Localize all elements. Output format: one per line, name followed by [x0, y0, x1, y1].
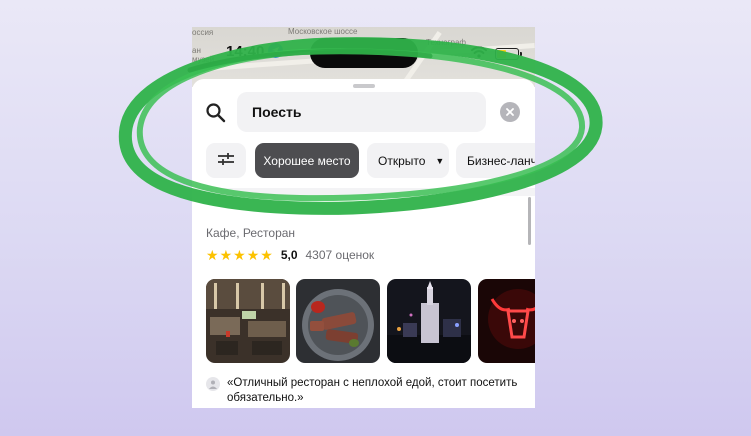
star-icon: ★ [246, 247, 260, 263]
star-icon: ★ [260, 247, 273, 263]
dynamic-island [310, 38, 418, 68]
close-icon[interactable] [500, 102, 520, 122]
location-arrow-icon [268, 43, 283, 58]
search-input[interactable]: Поесть [237, 92, 486, 132]
review-quote: «Отличный ресторан с неплохой едой, стои… [227, 377, 518, 404]
map-label: оссия [192, 28, 214, 37]
rating-stars: ★ ★ ★ ★ ★ [206, 248, 273, 262]
filter-chips: Хорошее место Открыто ▼ Бизнес-ланч [206, 143, 535, 178]
steak-plate-photo[interactable] [296, 279, 380, 363]
star-icon: ★ [233, 247, 246, 263]
star-icon: ★ [206, 247, 219, 263]
section-divider [192, 188, 535, 196]
reviews-count[interactable]: 4307 оценок [306, 248, 375, 262]
chip-open-label: Открыто [378, 153, 426, 168]
status-time: 14:40 [226, 43, 265, 60]
scrollbar[interactable] [528, 197, 531, 245]
search-results-sheet: Поесть Хорошее место Открыто ▼ Бизнес-ла… [192, 79, 535, 408]
status-icons [471, 45, 522, 63]
map-label: Московское шоссе [288, 27, 358, 36]
phone-screen: оссия Московское шоссе Технограф ан музе… [192, 27, 535, 408]
map-label: музей [192, 55, 215, 64]
red-neon-bull-photo[interactable] [478, 279, 535, 363]
chip-good-place[interactable]: Хорошее место [255, 143, 359, 178]
map-label: Технограф [426, 38, 466, 47]
chip-open-now[interactable]: Открыто ▼ [367, 143, 449, 178]
restaurant-interior-photo[interactable] [206, 279, 290, 363]
wifi-icon [471, 45, 487, 63]
place-category: Кафе, Ресторан [206, 226, 296, 240]
review-snippet: «Отличный ресторан с неплохой едой, стои… [206, 376, 531, 406]
map-background[interactable]: оссия Московское шоссе Технограф ан музе… [192, 27, 535, 87]
sheet-grabber[interactable] [353, 84, 375, 88]
chevron-down-icon: ▼ [435, 155, 445, 166]
night-building-photo[interactable] [387, 279, 471, 363]
star-icon: ★ [219, 247, 233, 263]
map-label: ан [192, 46, 201, 55]
battery-icon [495, 48, 522, 60]
chip-business-lunch[interactable]: Бизнес-ланч [456, 143, 535, 178]
filter-sliders-icon [217, 152, 235, 169]
rating-row: ★ ★ ★ ★ ★ 5,0 4307 оценок [206, 248, 374, 262]
filter-chip[interactable] [206, 143, 246, 178]
map-label: еях [192, 65, 205, 74]
rating-value: 5,0 [280, 248, 298, 262]
user-icon [206, 377, 220, 391]
search-icon[interactable] [205, 102, 227, 124]
